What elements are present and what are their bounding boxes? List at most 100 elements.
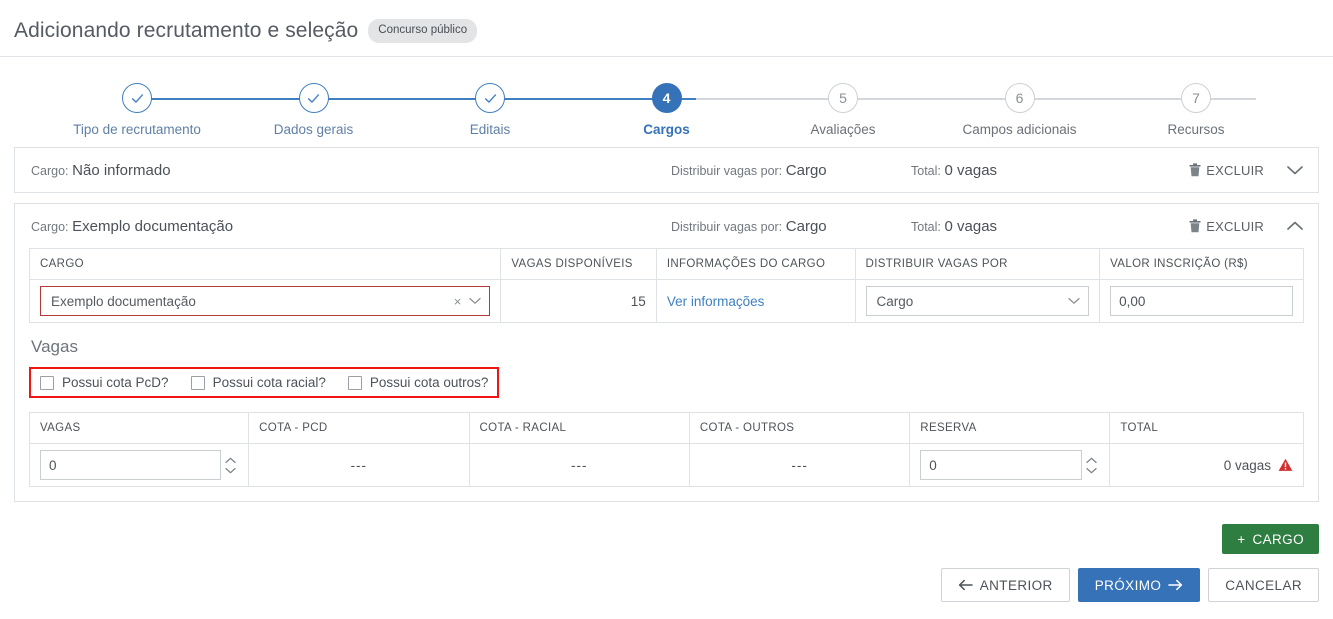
- cell-vagas: [28, 443, 250, 487]
- reserva-spinner[interactable]: [1084, 457, 1099, 474]
- step-7-circle: 7: [1181, 83, 1211, 113]
- quota-checkbox-group: Possui cota PcD? Possui cota racial? Pos…: [29, 367, 500, 398]
- table-row: Exemplo documentação × 15 Ver informaçõe…: [28, 279, 1304, 323]
- col-cargo: CARGO: [28, 248, 502, 280]
- checkbox-outros[interactable]: [347, 375, 362, 390]
- cargo-card-body: CARGO VAGAS DISPONÍVEIS INFORMAÇÕES DO C…: [15, 248, 1318, 501]
- quota-outros[interactable]: Possui cota outros?: [347, 375, 489, 390]
- card2-total: Total: 0 vagas: [911, 218, 1154, 235]
- card2-total-value: 0 vagas: [944, 217, 998, 235]
- card2-distribuir-value: Cargo: [785, 217, 827, 235]
- quota-pcd[interactable]: Possui cota PcD?: [40, 375, 169, 390]
- cargo-card-header[interactable]: Cargo: Não informado Distribuir vagas po…: [15, 148, 1318, 192]
- page-title: Adicionando recrutamento e seleção: [14, 19, 359, 42]
- cargo-table-header-row: CARGO VAGAS DISPONÍVEIS INFORMAÇÕES DO C…: [28, 248, 1304, 280]
- step-campos-adicionais[interactable]: 6 Campos adicionais: [945, 83, 1095, 137]
- cell-valor-inscricao: [1099, 279, 1304, 323]
- card1-cargo: Cargo: Não informado: [31, 162, 671, 179]
- ver-informacoes-link[interactable]: Ver informações: [667, 294, 765, 309]
- reserva-input[interactable]: [920, 450, 1083, 480]
- trash-icon: [1189, 219, 1201, 233]
- step-2-circle: [298, 83, 329, 113]
- cell-vagas-disponiveis: 15: [500, 279, 657, 323]
- quota-pcd-label: Possui cota PcD?: [62, 375, 169, 390]
- card1-distribuir: Distribuir vagas por: Cargo: [671, 162, 911, 179]
- step-avaliacoes[interactable]: 5 Avaliações: [768, 83, 918, 137]
- check-icon: [484, 93, 496, 103]
- card2-cargo-value: Exemplo documentação: [72, 217, 234, 235]
- warning-icon: [1278, 458, 1293, 471]
- step-4-label: Cargos: [643, 122, 690, 137]
- total-value-wrap: 0 vagas: [1120, 458, 1293, 473]
- page-header: Adicionando recrutamento e seleção Concu…: [0, 0, 1333, 48]
- card1-distribuir-label: Distribuir vagas por:: [671, 163, 783, 178]
- wizard-nav-buttons: ANTERIOR PRÓXIMO CANCELAR: [0, 554, 1333, 602]
- step-2-label: Dados gerais: [273, 122, 354, 137]
- total-vagas-value: 0 vagas: [1223, 457, 1271, 473]
- cargo-card-expanded: Cargo: Exemplo documentação Distribuir v…: [14, 203, 1319, 502]
- trash-icon: [1189, 163, 1201, 177]
- distribuir-select-value: Cargo: [876, 293, 914, 309]
- chevron-down-icon[interactable]: [1286, 164, 1304, 176]
- col-cota-racial: COTA - RACIAL: [468, 412, 690, 444]
- vagas-input[interactable]: [40, 450, 222, 480]
- cancelar-button[interactable]: CANCELAR: [1208, 568, 1319, 602]
- chevron-up-icon[interactable]: [1286, 220, 1304, 232]
- quota-outros-label: Possui cota outros?: [369, 375, 489, 390]
- col-reserva: RESERVA: [909, 412, 1111, 444]
- cargo-select[interactable]: Exemplo documentação ×: [40, 286, 491, 316]
- page-root: Adicionando recrutamento e seleção Concu…: [0, 0, 1333, 619]
- cell-cota-pcd: ---: [248, 443, 470, 487]
- col-distribuir-vagas-por: DISTRIBUIR VAGAS POR: [854, 248, 1101, 280]
- vagas-spinner[interactable]: [223, 457, 238, 474]
- step-5-label: Avaliações: [810, 122, 876, 137]
- card1-cargo-label: Cargo:: [31, 163, 69, 178]
- quota-racial[interactable]: Possui cota racial?: [190, 375, 326, 390]
- col-informacoes-do-cargo: INFORMAÇÕES DO CARGO: [655, 248, 856, 280]
- add-cargo-label: CARGO: [1252, 531, 1304, 547]
- cell-informacoes: Ver informações: [655, 279, 856, 323]
- distribuir-vagas-select[interactable]: Cargo: [865, 286, 1090, 316]
- cargo-card-header[interactable]: Cargo: Exemplo documentação Distribuir v…: [15, 204, 1318, 248]
- card2-cargo-label: Cargo:: [31, 219, 69, 234]
- proximo-button[interactable]: PRÓXIMO: [1077, 568, 1201, 602]
- delete-cargo-button[interactable]: EXCLUIR: [1189, 219, 1264, 234]
- valor-inscricao-input[interactable]: [1110, 286, 1293, 316]
- step-4-circle: 4: [651, 83, 682, 113]
- step-tipo-de-recrutamento[interactable]: Tipo de recrutamento: [62, 83, 212, 137]
- checkbox-racial[interactable]: [190, 375, 205, 390]
- spinner-down-icon[interactable]: [1086, 467, 1097, 474]
- clear-icon[interactable]: ×: [452, 294, 470, 309]
- cell-cargo: Exemplo documentação ×: [28, 279, 502, 323]
- cell-distribuir: Cargo: [854, 279, 1101, 323]
- cargo-table: CARGO VAGAS DISPONÍVEIS INFORMAÇÕES DO C…: [28, 248, 1304, 323]
- step-recursos[interactable]: 7 Recursos: [1121, 83, 1271, 137]
- delete-cargo-button[interactable]: EXCLUIR: [1189, 163, 1264, 178]
- vagas-stepper: [40, 450, 238, 480]
- checkbox-pcd[interactable]: [40, 375, 54, 390]
- cancelar-label: CANCELAR: [1225, 577, 1302, 593]
- vagas-table: VAGAS COTA - PCD COTA - RACIAL COTA - OU…: [28, 412, 1304, 487]
- card1-total: Total: 0 vagas: [911, 162, 1154, 179]
- spinner-up-icon[interactable]: [1086, 457, 1097, 464]
- card1-total-value: 0 vagas: [944, 161, 998, 179]
- spinner-down-icon[interactable]: [225, 467, 236, 474]
- spinner-up-icon[interactable]: [225, 457, 236, 464]
- col-total: TOTAL: [1109, 412, 1304, 444]
- anterior-button[interactable]: ANTERIOR: [940, 568, 1070, 602]
- delete-cargo-label: EXCLUIR: [1206, 218, 1264, 234]
- chevron-down-icon[interactable]: [1068, 297, 1080, 305]
- chevron-down-icon[interactable]: [469, 297, 482, 305]
- step-cargos[interactable]: 4 Cargos: [592, 83, 742, 137]
- step-dados-gerais[interactable]: Dados gerais: [239, 83, 389, 137]
- vagas-section-title: Vagas: [31, 337, 78, 356]
- step-editais[interactable]: Editais: [415, 83, 565, 137]
- add-cargo-button[interactable]: + CARGO: [1222, 524, 1319, 554]
- step-5-circle: 5: [828, 83, 858, 113]
- cell-cota-outros: ---: [688, 443, 911, 487]
- card1-distribuir-value: Cargo: [785, 161, 827, 179]
- step-1-label: Tipo de recrutamento: [73, 122, 201, 137]
- delete-cargo-label: EXCLUIR: [1206, 162, 1264, 178]
- card1-actions: EXCLUIR: [1154, 163, 1304, 178]
- step-3-label: Editais: [469, 122, 511, 137]
